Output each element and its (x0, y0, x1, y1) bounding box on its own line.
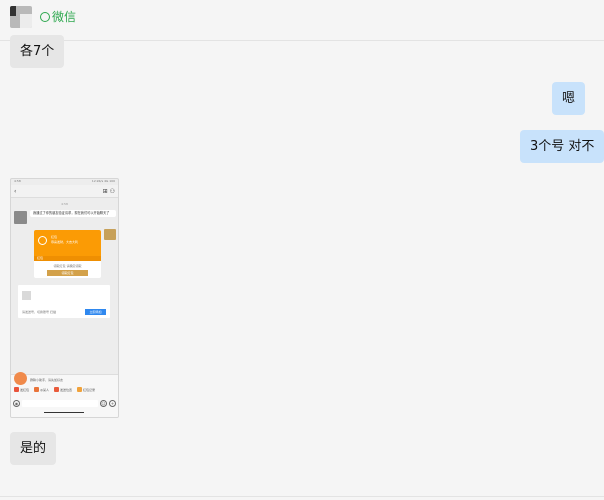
app-label: 微信 (52, 10, 77, 24)
red-packet-card: 红包 恭喜发财，大吉大利 红包 领取红包 请确定领取 领取红包 (34, 230, 101, 278)
red-packet-caption: 领取红包 请确定领取 (53, 264, 82, 268)
wechat-icon (40, 11, 50, 22)
message-bubble[interactable]: 3个号 对不 (520, 130, 604, 163)
contact-card-button: 立即添加 (85, 309, 106, 315)
quick-action: 发红包 (20, 387, 30, 392)
phone-avatar-right (104, 229, 116, 240)
emoji-icon: ☺ (100, 399, 107, 407)
image-message[interactable]: 4:58 12.9K/s 4G 100 ‹ ⊞ ⚇ 4:58 我通过了你的朋友验… (10, 178, 119, 418)
assistant-avatar (14, 372, 27, 385)
phone-time-divider: 4:58 (61, 202, 68, 206)
quick-action: 红包记录 (83, 387, 96, 392)
contact-card-text: 请发送号，切换账号 扫描 (22, 310, 56, 314)
voice-icon: ◉ (13, 399, 20, 407)
message-bubble[interactable]: 是的 (10, 432, 57, 465)
phone-status-time: 4:58 (14, 179, 21, 183)
phone-status-icons: 12.9K/s 4G 100 (91, 179, 115, 183)
red-packet-icon (38, 236, 47, 245)
contact-card-icon (22, 291, 31, 300)
more-icon: ⊞ ⚇ (102, 187, 115, 195)
red-packet-button: 领取红包 (47, 270, 88, 276)
quick-action: 发送位置 (60, 387, 73, 392)
phone-input-row: ◉ ☺ + (13, 399, 116, 407)
red-packet-subtitle: 恭喜发财，大吉大利 (51, 240, 79, 244)
phone-input-field (22, 399, 98, 407)
phone-chat-title: ‹ ⊞ ⚇ (11, 185, 118, 198)
home-indicator (44, 412, 84, 413)
phone-message: 我通过了你的朋友验证请求，现在我们可以开始聊天了 (30, 210, 116, 217)
plus-icon: + (109, 399, 116, 407)
chat-header: 微信 (0, 0, 604, 41)
back-icon: ‹ (14, 187, 17, 195)
contact-avatar[interactable] (10, 6, 32, 28)
input-divider (0, 496, 604, 497)
message-bubble[interactable]: 各7个 (10, 35, 65, 68)
phone-bottom-bar: 群聊小助手，请先加好友 发红包 @某人 发送位置 红包记录 ◉ ☺ + (11, 372, 118, 417)
quick-action: @某人 (40, 387, 50, 392)
contact-card: 请发送号，切换账号 扫描 立即添加 (18, 285, 110, 318)
red-packet-footer: 红包 (34, 256, 101, 261)
phone-quick-actions: 发红包 @某人 发送位置 红包记录 (14, 387, 118, 392)
phone-tip: 群聊小助手，请先加好友 (30, 378, 64, 382)
wechat-badge: 微信 (40, 8, 76, 25)
phone-avatar (14, 211, 27, 224)
message-bubble[interactable]: 嗯 (552, 82, 586, 115)
